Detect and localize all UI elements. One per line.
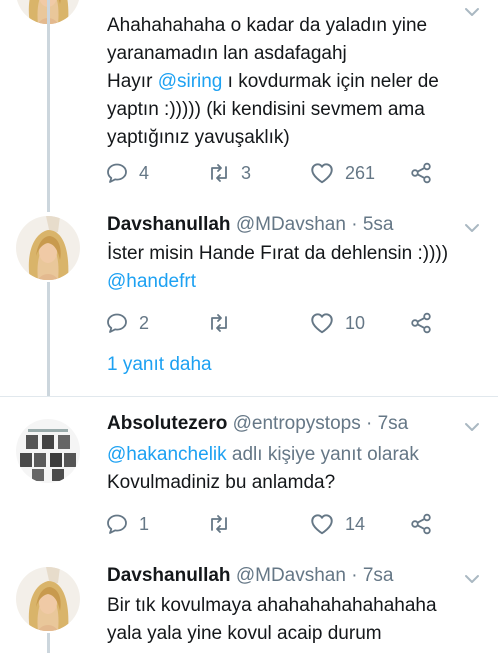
reply-count: 2 (139, 312, 150, 333)
tweet-actions: 4 3 261 (105, 158, 445, 188)
tweet-3[interactable]: Absolutezero @entropystops · 7sa @hakanc… (0, 397, 498, 547)
chevron-down-icon[interactable] (460, 415, 484, 439)
retweet-icon (207, 512, 231, 536)
more-replies-link[interactable]: 1 yanıt daha (107, 354, 212, 376)
retweet-button[interactable]: 3 (207, 158, 251, 188)
like-count: 14 (345, 513, 366, 534)
tweet-text: İster misin Hande Fırat da dehlensin :))… (107, 240, 487, 296)
tweet-text: Ahahahahaha o kadar da yaladın yine yara… (107, 12, 487, 152)
tweet-text-line: yala yala yine kovul acaip durum (107, 623, 382, 644)
share-icon (409, 512, 433, 536)
tweet-actions: 1 14 (105, 509, 445, 539)
reply-icon (105, 512, 129, 536)
like-count: 261 (345, 162, 376, 183)
retweet-button[interactable] (207, 509, 231, 539)
tweet-2[interactable]: Davshanullah @MDavshan · 5sa İster misin… (0, 196, 498, 396)
mention-link[interactable]: @hakanchelik (107, 444, 227, 465)
heart-icon (309, 160, 335, 186)
tweet-time[interactable]: · 7sa (366, 413, 408, 434)
chevron-down-icon[interactable] (460, 567, 484, 591)
retweet-count: 3 (241, 162, 252, 183)
reply-icon (105, 161, 129, 185)
avatar[interactable] (16, 419, 80, 483)
author-handle[interactable]: @MDavshan (236, 565, 346, 586)
tweet-text-segment: Hayır (107, 71, 158, 92)
thread-line (47, 0, 50, 212)
avatar[interactable] (16, 567, 80, 631)
author-name[interactable]: Absolutezero (107, 413, 227, 434)
reply-icon (105, 311, 129, 335)
tweet-4[interactable]: Davshanullah @MDavshan · 7sa Bir tık kov… (0, 547, 498, 653)
like-count: 10 (345, 312, 366, 333)
author-name[interactable]: Davshanullah (107, 214, 231, 235)
tweet-time[interactable]: · 5sa (351, 214, 393, 235)
thread-line (47, 282, 50, 396)
tweet-text-line: Bir tık kovulmaya ahahahahahahahaha (107, 595, 437, 616)
retweet-icon (207, 161, 231, 185)
tweet-time[interactable]: · 7sa (351, 565, 393, 586)
tweet-1[interactable]: Ahahahahaha o kadar da yaladın yine yara… (0, 0, 498, 196)
share-button[interactable] (409, 158, 433, 188)
thread-line (47, 633, 50, 653)
tweet-text-line: yaptığınız yavuşaklık) (107, 127, 290, 148)
share-icon (409, 311, 433, 335)
tweet-text-line: Hayır @siring ı kovdurmak için neler de (107, 68, 487, 96)
tweet-actions: 2 10 (105, 308, 445, 338)
tweet-header: Absolutezero @entropystops · 7sa (107, 413, 408, 435)
author-name[interactable]: Davshanullah (107, 565, 231, 586)
share-button[interactable] (409, 509, 433, 539)
reply-button[interactable]: 4 (105, 158, 149, 188)
tweet-header: Davshanullah @MDavshan · 7sa (107, 565, 393, 587)
tweet-header: Davshanullah @MDavshan · 5sa (107, 214, 393, 236)
retweet-button[interactable] (207, 308, 231, 338)
author-handle[interactable]: @MDavshan (236, 214, 346, 235)
tweet-text-line: Kovulmadiniz bu anlamda? (107, 472, 336, 493)
tweet-text-line: yaptın :))))) (ki kendisini sevmem ama (107, 99, 425, 120)
tweet-text: Bir tık kovulmaya ahahahahahahahaha yala… (107, 592, 487, 648)
heart-icon (309, 310, 335, 336)
reply-count: 1 (139, 513, 150, 534)
like-button[interactable]: 10 (309, 308, 365, 338)
mention-link[interactable]: @handefrt (107, 268, 487, 296)
like-button[interactable]: 261 (309, 158, 375, 188)
tweet-text-segment: ı kovdurmak için neler de (222, 71, 439, 92)
tweet-text-line: Ahahahahaha o kadar da yaladın yine (107, 15, 428, 36)
reply-context-text: adlı kişiye yanıt olarak (226, 444, 419, 465)
avatar[interactable] (16, 216, 80, 280)
reply-context: @hakanchelik adlı kişiye yanıt olarak (107, 441, 487, 469)
chevron-down-icon[interactable] (460, 216, 484, 240)
like-button[interactable]: 14 (309, 509, 365, 539)
reply-button[interactable]: 2 (105, 308, 149, 338)
share-icon (409, 161, 433, 185)
reply-button[interactable]: 1 (105, 509, 149, 539)
tweet-text-line: yaranamadın lan asdafagahj (107, 43, 347, 64)
reply-count: 4 (139, 162, 150, 183)
share-button[interactable] (409, 308, 433, 338)
heart-icon (309, 511, 335, 537)
retweet-icon (207, 311, 231, 335)
author-handle[interactable]: @entropystops (233, 413, 361, 434)
tweet-text: @hakanchelik adlı kişiye yanıt olarak Ko… (107, 441, 487, 497)
tweet-text-line: İster misin Hande Fırat da dehlensin :))… (107, 243, 449, 264)
mention-link[interactable]: @siring (158, 71, 223, 92)
